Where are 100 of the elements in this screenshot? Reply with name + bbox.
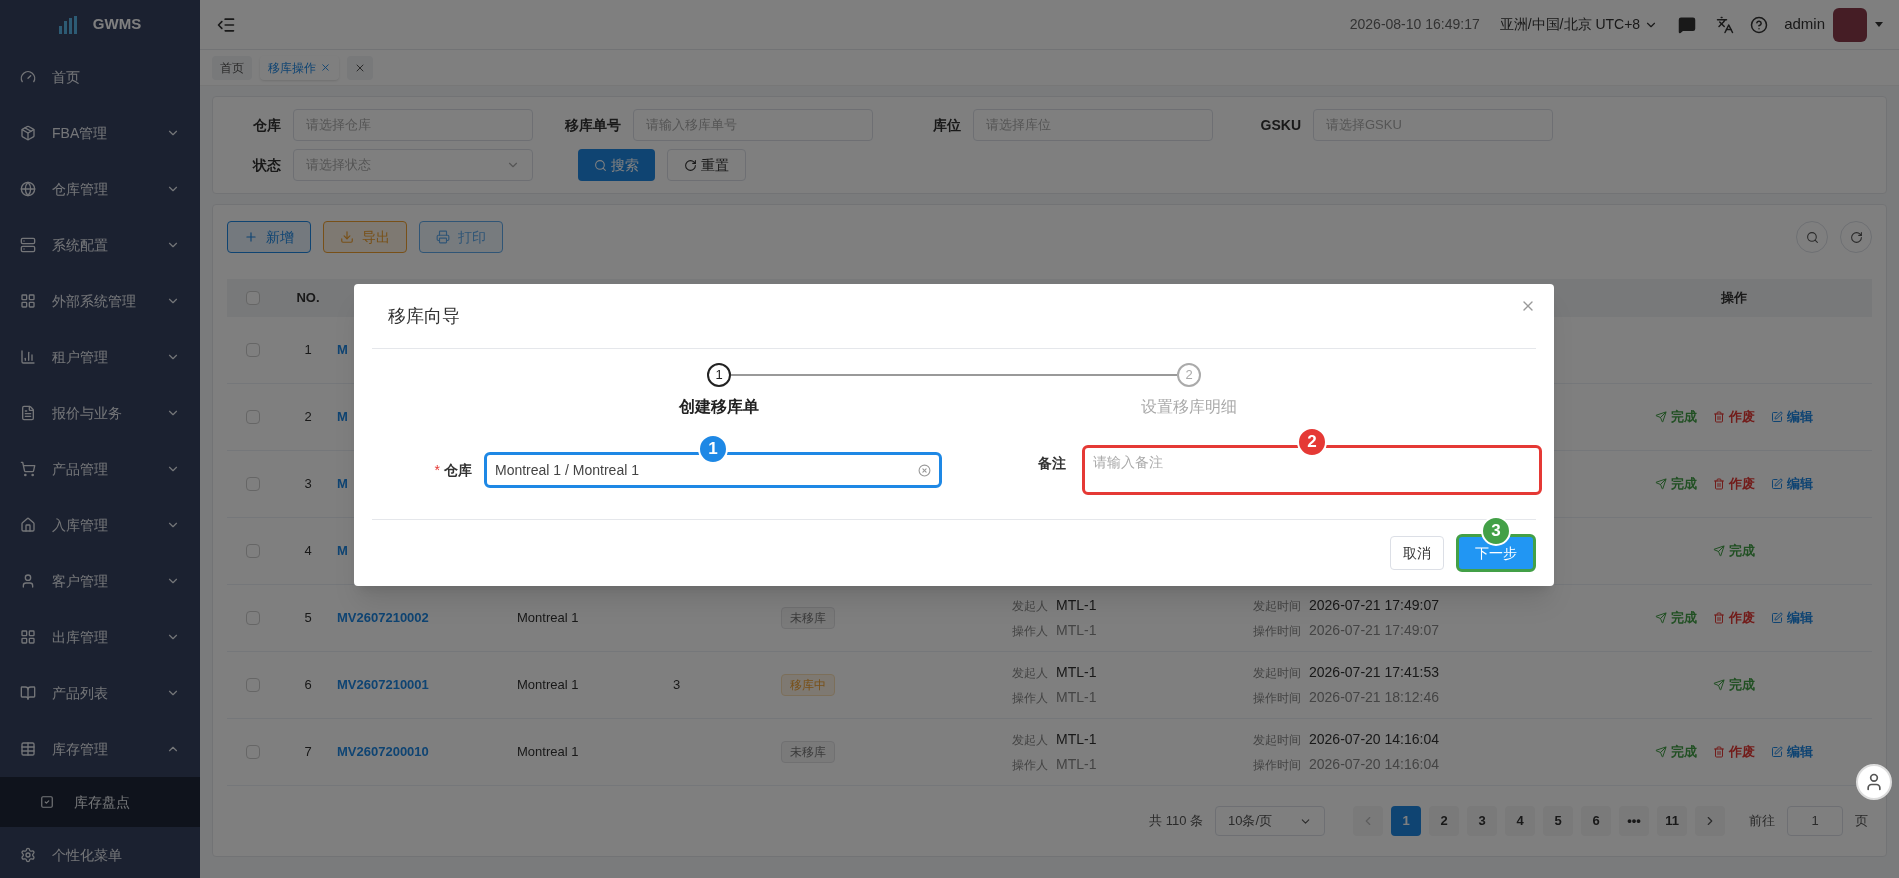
total-count: 共 110 条 [1149,812,1203,831]
help-icon[interactable] [1750,15,1769,34]
field-label: 操作人 [1012,690,1048,707]
void-link[interactable]: 作废 [1713,608,1755,628]
person-icon [1864,772,1884,792]
sidebar-item[interactable]: 仓库管理 [0,161,200,217]
void-link[interactable]: 作废 [1713,742,1755,762]
complete-link[interactable]: 完成 [1655,474,1697,494]
page-button[interactable]: 11 [1657,806,1687,836]
add-button[interactable]: 新增 [227,221,311,253]
checkbox[interactable] [246,544,260,558]
sidebar-subitem[interactable]: 库存盘点 [0,777,200,827]
avatar[interactable] [1833,7,1867,42]
field-label: 备注 [1037,454,1067,473]
order-link[interactable]: M [337,409,348,425]
complete-link[interactable]: 完成 [1655,742,1697,762]
sidebar-item[interactable]: 产品管理 [0,441,200,497]
cancel-button[interactable]: 取消 [1390,536,1444,570]
table-cell-text: 2026-07-20 14:16:04 [1309,755,1439,774]
status-tag: 移库中 [781,674,835,696]
row-number: 5 [304,609,312,628]
sidebar-item[interactable]: FBA管理 [0,105,200,161]
sidebar-item[interactable]: 首页 [0,49,200,105]
page-size-select[interactable]: 10条/页 [1215,806,1325,836]
trash-icon [1713,612,1725,624]
filter-label: 仓库 [252,115,282,135]
edit-icon [1771,612,1783,624]
clear-icon[interactable] [918,463,931,477]
complete-link[interactable]: 完成 [1713,541,1755,561]
page-button[interactable]: 1 [1391,806,1421,836]
sidebar-item[interactable]: 外部系统管理 [0,273,200,329]
caret-down-icon[interactable] [1875,22,1883,27]
sidebar-item[interactable]: 系统配置 [0,217,200,273]
page-tab[interactable]: 移库操作 [260,55,339,80]
goto-field[interactable]: 1 [1787,806,1843,836]
order-link[interactable]: M [337,476,348,492]
sidebar-item[interactable]: 库存管理 [0,721,200,777]
send-icon [1655,478,1667,490]
trash-icon [1713,478,1725,490]
sidebar-item[interactable]: 产品列表 [0,665,200,721]
checkbox[interactable] [246,343,260,357]
status-tag: 未移库 [781,607,835,629]
void-link[interactable]: 作废 [1713,407,1755,427]
field-label: 操作时间 [1253,690,1301,707]
checkbox[interactable] [246,477,260,491]
edit-link[interactable]: 编辑 [1771,474,1813,494]
export-button[interactable]: 导出 [323,221,407,253]
next-page-button[interactable] [1695,806,1725,836]
person-icon [20,573,36,589]
step-label: 设置移库明细 [1141,397,1237,417]
search-icon [1805,230,1819,244]
dialog-title: 移库向导 [388,304,461,328]
status-tag: 未移库 [781,741,835,763]
sidebar-item[interactable]: 入库管理 [0,497,200,553]
refresh-icon [684,158,697,172]
timezone-select[interactable]: 亚洲/中国/北京 UTC+8 [1499,14,1659,35]
order-link[interactable]: MV2607210001 [337,677,429,693]
page-button[interactable]: 3 [1467,806,1497,836]
checkbox[interactable] [246,745,260,759]
sidebar-item[interactable]: 出库管理 [0,609,200,665]
complete-link[interactable]: 完成 [1655,608,1697,628]
row-number: 7 [304,743,312,762]
order-link[interactable]: MV2607200010 [337,744,429,760]
page-button[interactable]: 6 [1581,806,1611,836]
page-button[interactable]: ••• [1619,806,1649,836]
checkbox[interactable] [246,291,260,305]
page-tab[interactable]: 首页 [212,55,252,80]
sidebar-item[interactable]: 租户管理 [0,329,200,385]
message-icon[interactable] [1678,15,1697,34]
checkbox[interactable] [246,410,260,424]
close-icon[interactable] [320,62,331,73]
sidebar-item[interactable]: 客户管理 [0,553,200,609]
row-number: 2 [304,408,312,427]
reset-button[interactable]: 重置 [667,149,746,181]
table-cell-text: MTL-1 [1056,663,1097,682]
sidebar-item[interactable]: 报价与业务 [0,385,200,441]
annotation-badge: 3 [1481,516,1511,546]
complete-link[interactable]: 完成 [1655,407,1697,427]
order-link[interactable]: M [337,543,348,559]
void-link[interactable]: 作废 [1713,474,1755,494]
close-tabs-button[interactable] [347,55,373,80]
annotation-badge: 2 [1297,427,1327,457]
search-button[interactable]: 搜索 [578,149,655,181]
edit-link[interactable]: 编辑 [1771,407,1813,427]
checkbox[interactable] [246,611,260,625]
checkbox[interactable] [246,678,260,692]
goto-label: 前往 [1749,812,1775,831]
page-button[interactable]: 5 [1543,806,1573,836]
complete-link[interactable]: 完成 [1713,675,1755,695]
edit-link[interactable]: 编辑 [1771,608,1813,628]
translate-icon[interactable] [1716,15,1735,34]
order-link[interactable]: M [337,342,348,358]
sidebar-item[interactable]: 个性化菜单 [0,827,200,878]
page-button[interactable]: 4 [1505,806,1535,836]
filter-label: GSKU [1259,115,1302,135]
table-cell-text: MTL-1 [1056,730,1097,749]
order-link[interactable]: MV2607210002 [337,610,429,626]
page-button[interactable]: 2 [1429,806,1459,836]
annotation-badge: 1 [698,434,728,464]
edit-link[interactable]: 编辑 [1771,742,1813,762]
